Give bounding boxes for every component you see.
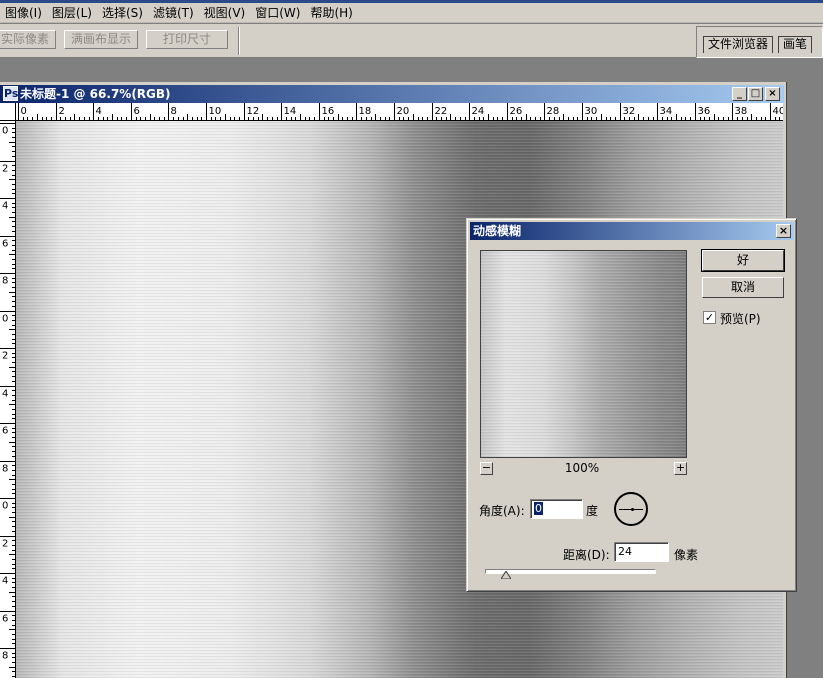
ruler-h-label: 26: [510, 106, 523, 117]
ruler-v-label: 0: [2, 126, 8, 137]
ruler-h-label: 24: [472, 106, 485, 117]
distance-label: 距离(D):: [563, 548, 610, 562]
brushes-tab[interactable]: 画笔: [778, 36, 813, 53]
dialog-title-bar[interactable]: 动感模糊 ×: [470, 222, 794, 240]
ruler-v-label: 4: [2, 576, 8, 587]
ruler-h-label: 4: [96, 106, 102, 117]
vertical-ruler[interactable]: 0 2 4 6 8 0 2 4 6 8 0 2 4 6 8: [0, 121, 16, 678]
document-title: 未标题-1 @ 66.7%(RGB): [20, 87, 171, 101]
horizontal-ruler[interactable]: 0246810121416182022242628303234363840: [16, 103, 783, 121]
ruler-h-label: 10: [209, 106, 222, 117]
menu-layer[interactable]: 图层(L): [47, 4, 97, 22]
ruler-h-label: 38: [735, 106, 748, 117]
print-size-button[interactable]: 打印尺寸: [146, 30, 228, 49]
ruler-h-label: 30: [585, 106, 598, 117]
ruler-h-label: 2: [59, 106, 65, 117]
ruler-h-label: 36: [698, 106, 711, 117]
ruler-v-label: 8: [2, 651, 8, 662]
minimize-button[interactable]: _: [732, 87, 747, 101]
angle-input[interactable]: 0: [530, 499, 583, 519]
ruler-h-label: 18: [359, 106, 372, 117]
angle-label: 角度(A):: [479, 504, 525, 518]
zoom-in-button[interactable]: +: [674, 462, 687, 475]
angle-value: 0: [534, 502, 543, 515]
distance-slider-thumb[interactable]: [501, 571, 511, 579]
ruler-v-label: 8: [2, 276, 8, 287]
preview-label: 预览(P): [720, 312, 761, 326]
ruler-v-label: 4: [2, 201, 8, 212]
distance-unit: 像素: [674, 548, 699, 562]
menu-select[interactable]: 选择(S): [97, 4, 148, 22]
cancel-button[interactable]: 取消: [702, 277, 784, 298]
filter-preview[interactable]: [480, 250, 687, 458]
ruler-v-label: 6: [2, 426, 8, 437]
ruler-h-label: 22: [435, 106, 448, 117]
ruler-v-label: 2: [2, 164, 8, 175]
ruler-v-label: 6: [2, 239, 8, 250]
distance-input[interactable]: 24: [614, 542, 669, 562]
ruler-h-label: 20: [397, 106, 410, 117]
ruler-h-label: 12: [247, 106, 260, 117]
ruler-h-label: 28: [547, 106, 560, 117]
menu-bar: 图像(I) 图层(L) 选择(S) 滤镜(T) 视图(V) 窗口(W) 帮助(H…: [0, 3, 823, 23]
ruler-origin[interactable]: [0, 103, 16, 121]
menu-help[interactable]: 帮助(H): [305, 4, 357, 22]
document-title-bar[interactable]: Ps 未标题-1 @ 66.7%(RGB) _ □ ×: [0, 85, 784, 103]
ruler-v-label: 0: [2, 314, 8, 325]
menu-view[interactable]: 视图(V): [199, 4, 251, 22]
ruler-v-label: 0: [2, 501, 8, 512]
angle-dial-center: [631, 508, 634, 511]
close-button[interactable]: ×: [765, 87, 780, 101]
motion-blur-dialog: 动感模糊 × − 100% + 好 取消 ✓ 预览(P) 角度(A): 0 度 …: [466, 218, 797, 592]
document-icon[interactable]: Ps: [3, 86, 18, 101]
ruler-h-label: 8: [171, 106, 177, 117]
ruler-h-label: 34: [660, 106, 673, 117]
ruler-h-label: 32: [623, 106, 636, 117]
menu-image[interactable]: 图像(I): [0, 4, 47, 22]
angle-unit: 度: [586, 504, 599, 518]
preview-zoom-level: 100%: [564, 461, 600, 475]
menu-window[interactable]: 窗口(W): [250, 4, 305, 22]
actual-pixels-button[interactable]: 实际像素: [0, 30, 56, 49]
ruler-v-label: 6: [2, 614, 8, 625]
ruler-h-label: 14: [284, 106, 297, 117]
fit-on-screen-button[interactable]: 满画布显示: [64, 30, 138, 49]
ruler-h-label: 6: [134, 106, 140, 117]
ruler-h-label: 16: [322, 106, 335, 117]
ruler-v-label: 2: [2, 351, 8, 362]
file-browser-tab[interactable]: 文件浏览器: [703, 36, 774, 53]
options-separator: [238, 27, 240, 55]
angle-dial[interactable]: [614, 492, 648, 526]
ruler-v-label: 8: [2, 464, 8, 475]
menu-filter[interactable]: 滤镜(T): [148, 4, 199, 22]
ruler-h-label: 40: [773, 106, 784, 117]
ruler-v-label: 4: [2, 389, 8, 400]
ruler-v-label: 2: [2, 539, 8, 550]
zoom-out-button[interactable]: −: [480, 462, 493, 475]
ruler-h-label: 0: [21, 106, 27, 117]
dialog-close-icon[interactable]: ×: [776, 224, 791, 238]
ok-button[interactable]: 好: [701, 249, 785, 272]
preview-checkbox[interactable]: ✓: [703, 311, 716, 324]
dialog-title: 动感模糊: [473, 224, 522, 238]
maximize-button[interactable]: □: [748, 87, 763, 101]
